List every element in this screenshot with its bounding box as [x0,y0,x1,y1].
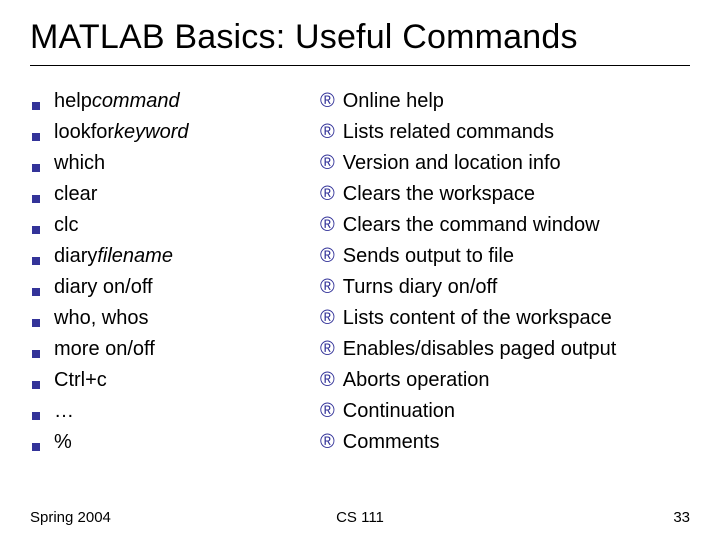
command-text: more on/off [54,334,155,365]
command-arg: keyword [114,117,188,148]
description-row: ® Sends output to file [320,241,690,272]
square-bullet-icon [32,443,40,451]
command-row: more on/off [30,334,320,365]
description-text: Online help [343,86,444,117]
footer-term: Spring 2004 [30,509,111,526]
square-bullet-icon [32,319,40,327]
footer-course: CS 111 [30,509,690,526]
square-bullet-icon [32,381,40,389]
command-row: clc [30,210,320,241]
command-row: … [30,396,320,427]
slide: MATLAB Basics: Useful Commands help comm… [0,0,720,540]
command-text: help [54,86,92,117]
command-text: diary [54,241,97,272]
description-row: ® Lists content of the workspace [320,303,690,334]
description-text: Aborts operation [343,365,490,396]
description-row: ® Lists related commands [320,117,690,148]
description-row: ® Enables/disables paged output [320,334,690,365]
square-bullet-icon [32,102,40,110]
footer: Spring 2004 CS 111 33 [30,509,690,526]
command-text: % [54,427,72,458]
description-text: Enables/disables paged output [343,334,617,365]
square-bullet-icon [32,412,40,420]
square-bullet-icon [32,288,40,296]
description-row: ® Comments [320,427,690,458]
command-row: who, whos [30,303,320,334]
slide-title: MATLAB Basics: Useful Commands [30,18,690,57]
command-arg: command [92,86,180,117]
arrow-icon: ® [320,148,335,179]
command-text: which [54,148,105,179]
title-rule [30,65,690,66]
descriptions-column: ® Online help ® Lists related commands ® Vers… [320,86,690,458]
arrow-icon: ® [320,396,335,427]
description-row: ® Online help [320,86,690,117]
description-row: ® Clears the workspace [320,179,690,210]
command-row: which [30,148,320,179]
square-bullet-icon [32,257,40,265]
description-row: ® Continuation [320,396,690,427]
command-row: lookfor keyword [30,117,320,148]
arrow-icon: ® [320,86,335,117]
command-text: lookfor [54,117,114,148]
command-text: who, whos [54,303,149,334]
command-row: diary on/off [30,272,320,303]
arrow-icon: ® [320,334,335,365]
footer-page-number: 33 [673,509,690,526]
description-text: Version and location info [343,148,561,179]
square-bullet-icon [32,133,40,141]
command-arg: filename [97,241,173,272]
arrow-icon: ® [320,303,335,334]
square-bullet-icon [32,226,40,234]
square-bullet-icon [32,195,40,203]
arrow-icon: ® [320,365,335,396]
command-row: Ctrl+c [30,365,320,396]
command-text: Ctrl+c [54,365,107,396]
command-text: clear [54,179,97,210]
command-row: diary filename [30,241,320,272]
square-bullet-icon [32,164,40,172]
description-row: ® Aborts operation [320,365,690,396]
description-text: Comments [343,427,440,458]
description-text: Lists related commands [343,117,554,148]
arrow-icon: ® [320,427,335,458]
arrow-icon: ® [320,179,335,210]
command-text: diary on/off [54,272,153,303]
content-columns: help commandlookfor keywordwhichclearclc… [30,86,690,458]
arrow-icon: ® [320,272,335,303]
description-row: ® Version and location info [320,148,690,179]
arrow-icon: ® [320,241,335,272]
description-text: Clears the command window [343,210,600,241]
command-row: clear [30,179,320,210]
command-text: clc [54,210,78,241]
description-text: Turns diary on/off [343,272,498,303]
description-text: Continuation [343,396,455,427]
arrow-icon: ® [320,210,335,241]
arrow-icon: ® [320,117,335,148]
command-row: % [30,427,320,458]
description-text: Lists content of the workspace [343,303,612,334]
commands-column: help commandlookfor keywordwhichclearclc… [30,86,320,458]
command-row: help command [30,86,320,117]
description-text: Sends output to file [343,241,514,272]
description-row: ® Turns diary on/off [320,272,690,303]
command-text: … [54,396,74,427]
square-bullet-icon [32,350,40,358]
description-text: Clears the workspace [343,179,535,210]
description-row: ® Clears the command window [320,210,690,241]
